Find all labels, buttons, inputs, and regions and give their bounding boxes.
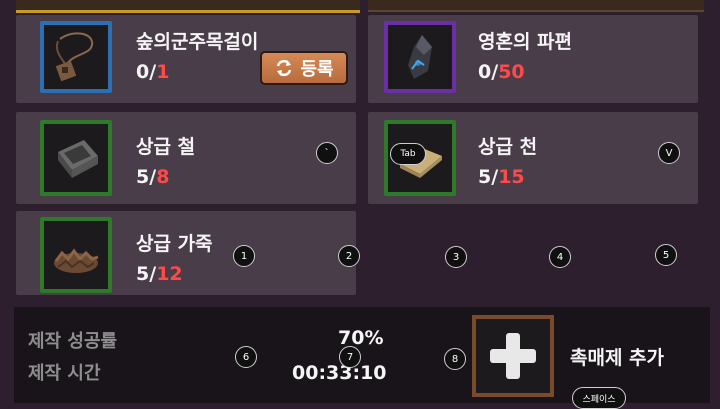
material-card-leather[interactable]: 상급 가죽 5/12 <box>16 211 356 295</box>
item-slot[interactable] <box>40 21 112 93</box>
success-rate-value: 70% <box>338 327 384 349</box>
required-count: 15 <box>498 166 525 188</box>
key-hint-space: 스페이스 <box>572 387 626 409</box>
required-count: 12 <box>156 263 183 285</box>
iron-ingot-icon <box>58 140 98 178</box>
item-name: 상급 가죽 <box>136 233 213 255</box>
register-button[interactable]: 등록 <box>260 51 348 85</box>
selected-tab-strip <box>16 0 360 13</box>
key-hint-4: 4 <box>549 246 571 268</box>
required-count: 1 <box>156 61 170 83</box>
key-hint-6: 6 <box>235 346 257 368</box>
key-hint-1: 1 <box>233 245 255 267</box>
key-hint-3: 3 <box>445 246 467 268</box>
required-count: 50 <box>498 61 525 83</box>
success-rate-label: 제작 성공률 <box>28 331 118 352</box>
key-hint-tab: Tab <box>390 143 426 165</box>
key-hint-7: 7 <box>339 346 361 368</box>
material-card-iron[interactable]: 상급 철 5/8 <box>16 112 356 204</box>
item-count: 0/50 <box>478 61 525 83</box>
necklace-icon <box>55 32 94 82</box>
key-hint-v: V <box>658 142 680 164</box>
item-name: 상급 철 <box>136 136 196 158</box>
tab-strip <box>368 0 704 12</box>
owned-count: 0 <box>478 61 492 83</box>
refresh-icon <box>277 59 292 77</box>
register-button-label: 등록 <box>300 59 334 80</box>
soul-shard-icon <box>408 35 432 79</box>
key-hint-5: 5 <box>655 244 677 266</box>
item-count: 5/15 <box>478 166 525 188</box>
craft-time-label: 제작 시간 <box>28 363 101 384</box>
item-count: 5/8 <box>136 166 170 188</box>
item-slot[interactable] <box>40 120 112 196</box>
item-slot[interactable] <box>40 217 112 293</box>
item-name: 상급 천 <box>478 136 538 158</box>
item-name: 영혼의 파편 <box>478 31 573 53</box>
key-hint-2: 2 <box>338 245 360 267</box>
item-slot[interactable] <box>384 21 456 93</box>
leather-icon <box>54 248 99 273</box>
key-hint-backtick: ` <box>316 142 338 164</box>
plus-icon <box>490 333 536 379</box>
material-card-necklace[interactable]: 숲의군주목걸이 0/1 등록 <box>16 15 356 103</box>
item-count: 5/12 <box>136 263 183 285</box>
item-name: 숲의군주목걸이 <box>136 31 259 53</box>
item-count: 0/1 <box>136 61 170 83</box>
material-card-soul-shard[interactable]: 영혼의 파편 0/50 <box>368 15 698 103</box>
key-hint-8: 8 <box>444 348 466 370</box>
craft-time-value: 00:33:10 <box>292 362 387 384</box>
owned-count: 5 <box>478 166 492 188</box>
owned-count: 0 <box>136 61 150 83</box>
required-count: 8 <box>156 166 170 188</box>
owned-count: 5 <box>136 166 150 188</box>
add-catalyst-label: 촉매제 추가 <box>570 347 665 369</box>
catalyst-slot[interactable] <box>472 315 554 397</box>
owned-count: 5 <box>136 263 150 285</box>
